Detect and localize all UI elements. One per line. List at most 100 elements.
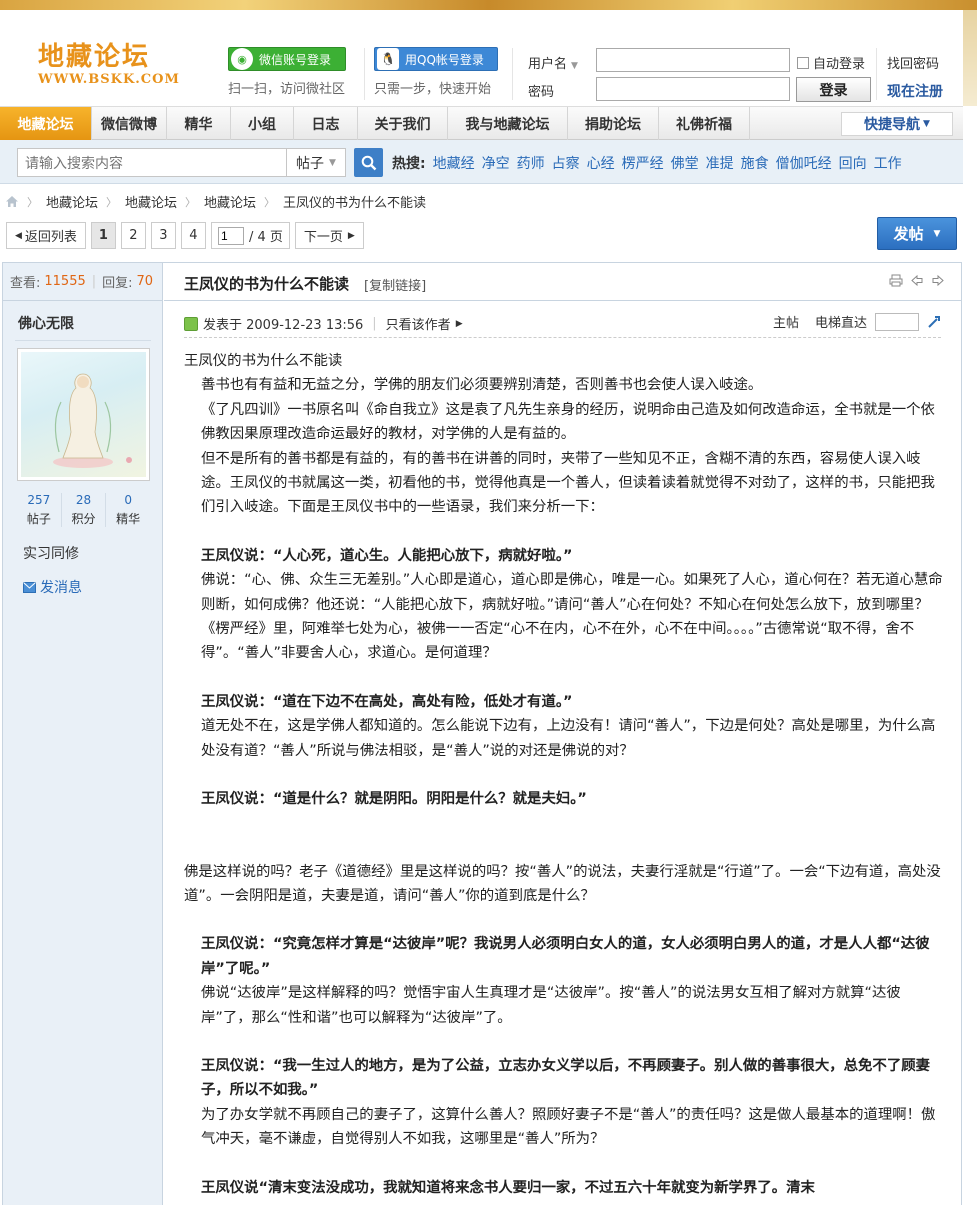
author-stats: 257 帖子 28 积分 0 精华 — [17, 493, 150, 527]
hot-search-label: 热搜: — [392, 156, 426, 172]
guanyin-image — [53, 373, 132, 468]
hot-keyword[interactable]: 楞严经 — [622, 153, 664, 173]
qq-login-hint: 只需一步，快速开始 — [374, 82, 492, 97]
next-page-label: 下一页 — [303, 230, 343, 245]
thread-tools — [889, 274, 945, 287]
hot-keyword[interactable]: 占察 — [552, 153, 580, 173]
page-jump-input[interactable] — [217, 226, 244, 245]
qq-login-button[interactable]: 🐧 用QQ帐号登录 — [374, 47, 498, 71]
hot-keyword[interactable]: 僧伽吒经 — [776, 153, 832, 173]
print-icon[interactable] — [889, 274, 903, 287]
breadcrumb-item[interactable]: 地藏论坛 — [125, 192, 177, 211]
replies-label: 回复: — [102, 276, 133, 291]
next-thread-icon[interactable] — [931, 274, 945, 287]
hot-keyword[interactable]: 工作 — [874, 153, 902, 173]
hot-keyword[interactable]: 准提 — [706, 153, 734, 173]
forgot-password-link[interactable]: 找回密码 — [887, 53, 939, 72]
nav-item-digest[interactable]: 精华 — [167, 107, 231, 140]
floor-jump-input[interactable] — [875, 312, 919, 331]
qq-login-label: 用QQ帐号登录 — [405, 52, 484, 67]
author-stat-points[interactable]: 28 积分 — [62, 493, 107, 527]
page-number[interactable]: 4 — [180, 222, 206, 249]
back-to-list-button[interactable]: ◀ 返回列表 — [6, 222, 86, 249]
nav-item-donate[interactable]: 捐助论坛 — [568, 107, 659, 140]
password-input[interactable] — [596, 77, 790, 101]
hot-keyword[interactable]: 净空 — [482, 153, 510, 173]
chevron-down-icon: ▼ — [329, 157, 336, 168]
envelope-icon — [23, 581, 36, 593]
home-icon[interactable] — [5, 195, 19, 208]
breadcrumb-item[interactable]: 地藏论坛 — [204, 192, 256, 211]
chevron-down-icon: ▼ — [933, 228, 941, 239]
content-paragraph: 佛是这样说的吗？老子《道德经》里是这样说的吗？按“善人”的说法，夫妻行淫就是“行… — [184, 863, 941, 904]
username-input[interactable] — [596, 48, 790, 72]
hot-keyword[interactable]: 施食 — [741, 153, 769, 173]
only-author-link[interactable]: 只看该作者 — [386, 314, 451, 333]
content-paragraph: 为了办女学就不再顾自己的妻子了，这算什么善人？照顾好妻子不是“善人”的责任吗？这… — [201, 1106, 936, 1148]
hot-keyword[interactable]: 地藏经 — [433, 153, 475, 173]
search-input[interactable] — [17, 148, 287, 177]
content-quote: 王凤仪说：“道在下边不在高处，高处有险，低处才有道。” — [201, 693, 573, 710]
chevron-right-icon: ▶ — [347, 230, 355, 241]
quick-nav-button[interactable]: 快捷导航 ▼ — [841, 112, 953, 136]
send-message-link[interactable]: 发消息 — [23, 577, 82, 597]
nav-item-blog[interactable]: 日志 — [294, 107, 358, 140]
breadcrumb-item[interactable]: 地藏论坛 — [46, 192, 98, 211]
nav-item-wechat[interactable]: 微信微博 — [92, 107, 167, 140]
author-stat-posts[interactable]: 257 帖子 — [17, 493, 62, 527]
copy-link-button[interactable]: [复制链接] — [364, 275, 426, 294]
divider: | — [372, 316, 377, 331]
hot-keyword[interactable]: 药师 — [517, 153, 545, 173]
floor-jump-button[interactable] — [927, 315, 941, 329]
breadcrumb-current[interactable]: 王凤仪的书为什么不能读 — [283, 192, 426, 211]
post-meta: 发表于 2009-12-23 13:56 | 只看该作者 ▶ 主帖 电梯直达 — [184, 312, 941, 338]
top-decoration — [0, 0, 977, 10]
content-paragraph: 王凤仪的书为什么不能读 — [184, 353, 343, 369]
views-count: 11555 — [44, 274, 86, 289]
nav-item-groups[interactable]: 小组 — [231, 107, 294, 140]
author-stat-digest[interactable]: 0 精华 — [106, 493, 150, 527]
site-logo[interactable]: 地藏论坛 — [38, 36, 150, 73]
wechat-login-button[interactable]: ◉ 微信账号登录 — [228, 47, 346, 71]
content-paragraph: 但不是所有的善书都是有益的，有的善书在讲善的同时，夹带了一些知见不正，含糊不清的… — [201, 450, 935, 516]
search-button[interactable] — [354, 148, 383, 177]
username-type-select[interactable]: 用户名 ▼ — [528, 53, 578, 72]
search-type-select[interactable]: 帖子 ▼ — [286, 148, 346, 177]
register-link[interactable]: 现在注册 — [887, 81, 943, 101]
login-button[interactable]: 登录 — [796, 77, 871, 102]
search-icon — [361, 155, 376, 170]
next-page-button[interactable]: 下一页 ▶ — [294, 222, 364, 249]
chevron-down-icon: ▼ — [571, 61, 578, 71]
author-name[interactable]: 佛心无限 — [18, 313, 74, 333]
thread-stats: 查看: 11555 | 回复: 70 — [3, 263, 162, 301]
wechat-icon: ◉ — [231, 48, 253, 70]
views-label: 查看: — [10, 276, 41, 291]
nav-item-me-and-forum[interactable]: 我与地藏论坛 — [448, 107, 568, 140]
page-jump: / 4 页 — [210, 222, 290, 249]
chevron-down-icon: ▼ — [923, 119, 930, 129]
hot-keyword[interactable]: 佛堂 — [671, 153, 699, 173]
new-post-button[interactable]: 发帖 ▼ — [877, 217, 957, 250]
chevron-right-icon: 〉 — [106, 195, 118, 209]
content-paragraph: 善书也有有益和无益之分，学佛的朋友们必须要辨别清楚，否则善书也会使人误入岐途。 — [201, 377, 763, 394]
new-post-label: 发帖 — [893, 225, 924, 243]
nav-item-home[interactable]: 地藏论坛 — [0, 107, 92, 140]
page-number[interactable]: 3 — [150, 222, 176, 249]
page-number-current[interactable]: 1 — [90, 222, 116, 249]
stat-label: 精华 — [116, 512, 141, 526]
hot-keyword[interactable]: 心经 — [587, 153, 615, 173]
content-paragraph: 佛说“达彼岸”是这样解释的吗？觉悟宇宙人生真理才是“达彼岸”。按“善人”的说法男… — [201, 985, 901, 1026]
page-number[interactable]: 2 — [120, 222, 146, 249]
avatar[interactable] — [17, 348, 150, 481]
previous-thread-icon[interactable] — [910, 274, 924, 287]
wechat-login-hint: 扫一扫，访问微社区 — [228, 82, 346, 97]
nav-item-about[interactable]: 关于我们 — [358, 107, 448, 140]
auto-login-checkbox[interactable]: 自动登录 — [797, 53, 865, 72]
nav-item-prayer[interactable]: 礼佛祈福 — [659, 107, 750, 140]
hot-keyword[interactable]: 回向 — [839, 153, 867, 173]
stat-label: 积分 — [71, 512, 96, 526]
